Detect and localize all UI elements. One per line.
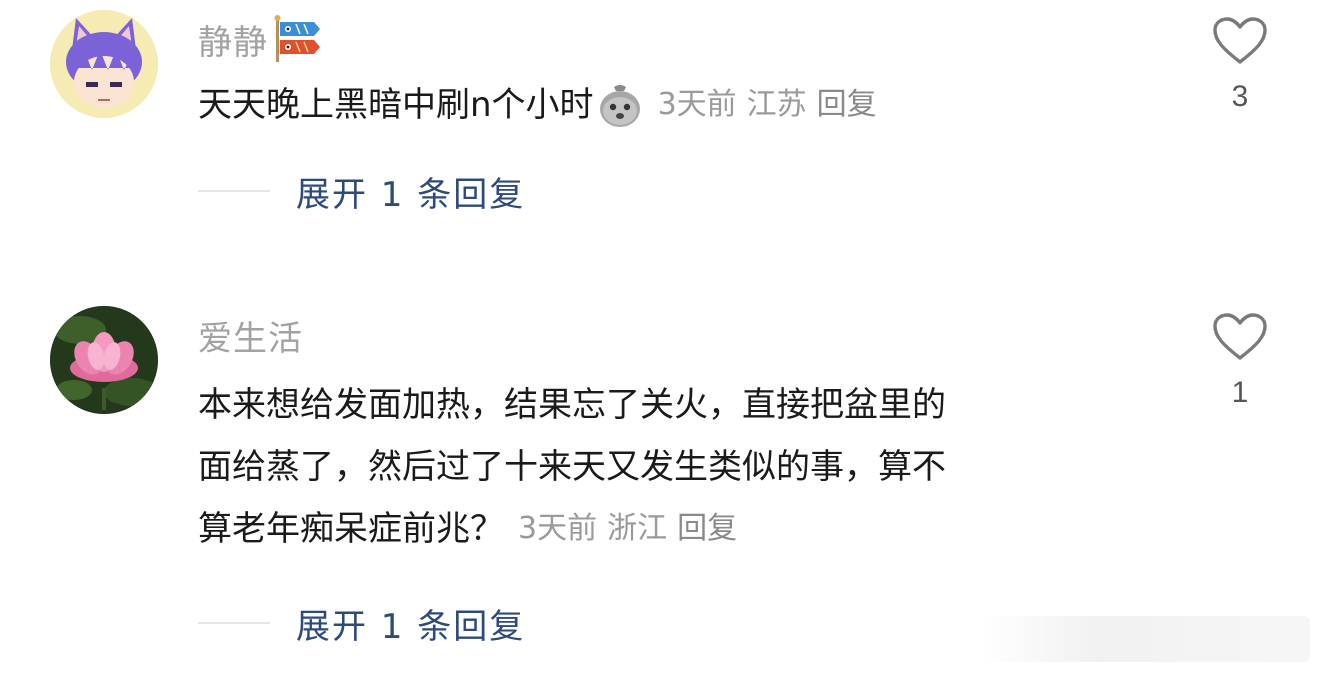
reply-button[interactable]: 回复 bbox=[677, 511, 737, 546]
anime-catgirl-avatar-icon bbox=[50, 10, 158, 118]
expand-replies-row: 展开 1 条回复 bbox=[198, 166, 525, 216]
comment-body: 天天晚上黑暗中刷n个小时 3天前 江苏 回复 bbox=[198, 74, 1148, 136]
expand-replies-button[interactable]: 展开 1 条回复 bbox=[296, 599, 525, 648]
heart-like-icon[interactable] bbox=[1212, 16, 1268, 66]
comment-meta: 3天前 浙江 回复 bbox=[518, 498, 747, 560]
comment-text-line: 本来想给发面加热，结果忘了关火，直接把盆里的 bbox=[198, 385, 946, 425]
username[interactable]: 静静 bbox=[198, 15, 268, 64]
like-count: 3 bbox=[1231, 80, 1249, 113]
comment-meta: 3天前 江苏 回复 bbox=[658, 74, 887, 136]
lotus-flower-avatar-icon bbox=[50, 306, 158, 414]
comment-text-line: 算老年痴呆症前兆？ bbox=[198, 509, 504, 549]
expand-replies-row: 展开 1 条回复 bbox=[198, 598, 525, 648]
comment-time: 3天前 bbox=[657, 87, 737, 122]
comment-location: 江苏 bbox=[746, 87, 807, 122]
reply-button[interactable]: 回复 bbox=[817, 87, 877, 122]
like-box: 1 bbox=[1208, 312, 1272, 410]
like-count: 1 bbox=[1231, 376, 1249, 409]
divider bbox=[198, 190, 270, 192]
username-row: 静静 bbox=[198, 15, 324, 64]
username[interactable]: 爱生活 bbox=[198, 311, 303, 360]
expand-replies-button[interactable]: 展开 1 条回复 bbox=[296, 167, 525, 216]
avatar[interactable] bbox=[50, 10, 158, 118]
comment-body: 本来想给发面加热，结果忘了关火，直接把盆里的 面给蒸了，然后过了十来天又发生类似… bbox=[198, 374, 1148, 560]
username-row: 爱生活 bbox=[198, 311, 303, 360]
comment-text: 天天晚上黑暗中刷n个小时 bbox=[198, 85, 594, 125]
comment-location: 浙江 bbox=[607, 511, 668, 546]
heart-like-icon[interactable] bbox=[1212, 312, 1268, 362]
like-box: 3 bbox=[1208, 16, 1272, 114]
comment-time: 3天前 bbox=[518, 511, 598, 546]
divider bbox=[198, 622, 270, 624]
comment-text-line: 面给蒸了，然后过了十来天又发生类似的事，算不 bbox=[198, 447, 946, 487]
sad-face-emoji-icon bbox=[599, 85, 640, 127]
koinobori-badge-icon bbox=[274, 15, 320, 62]
avatar[interactable] bbox=[50, 306, 158, 414]
watermark-blur bbox=[980, 616, 1310, 662]
